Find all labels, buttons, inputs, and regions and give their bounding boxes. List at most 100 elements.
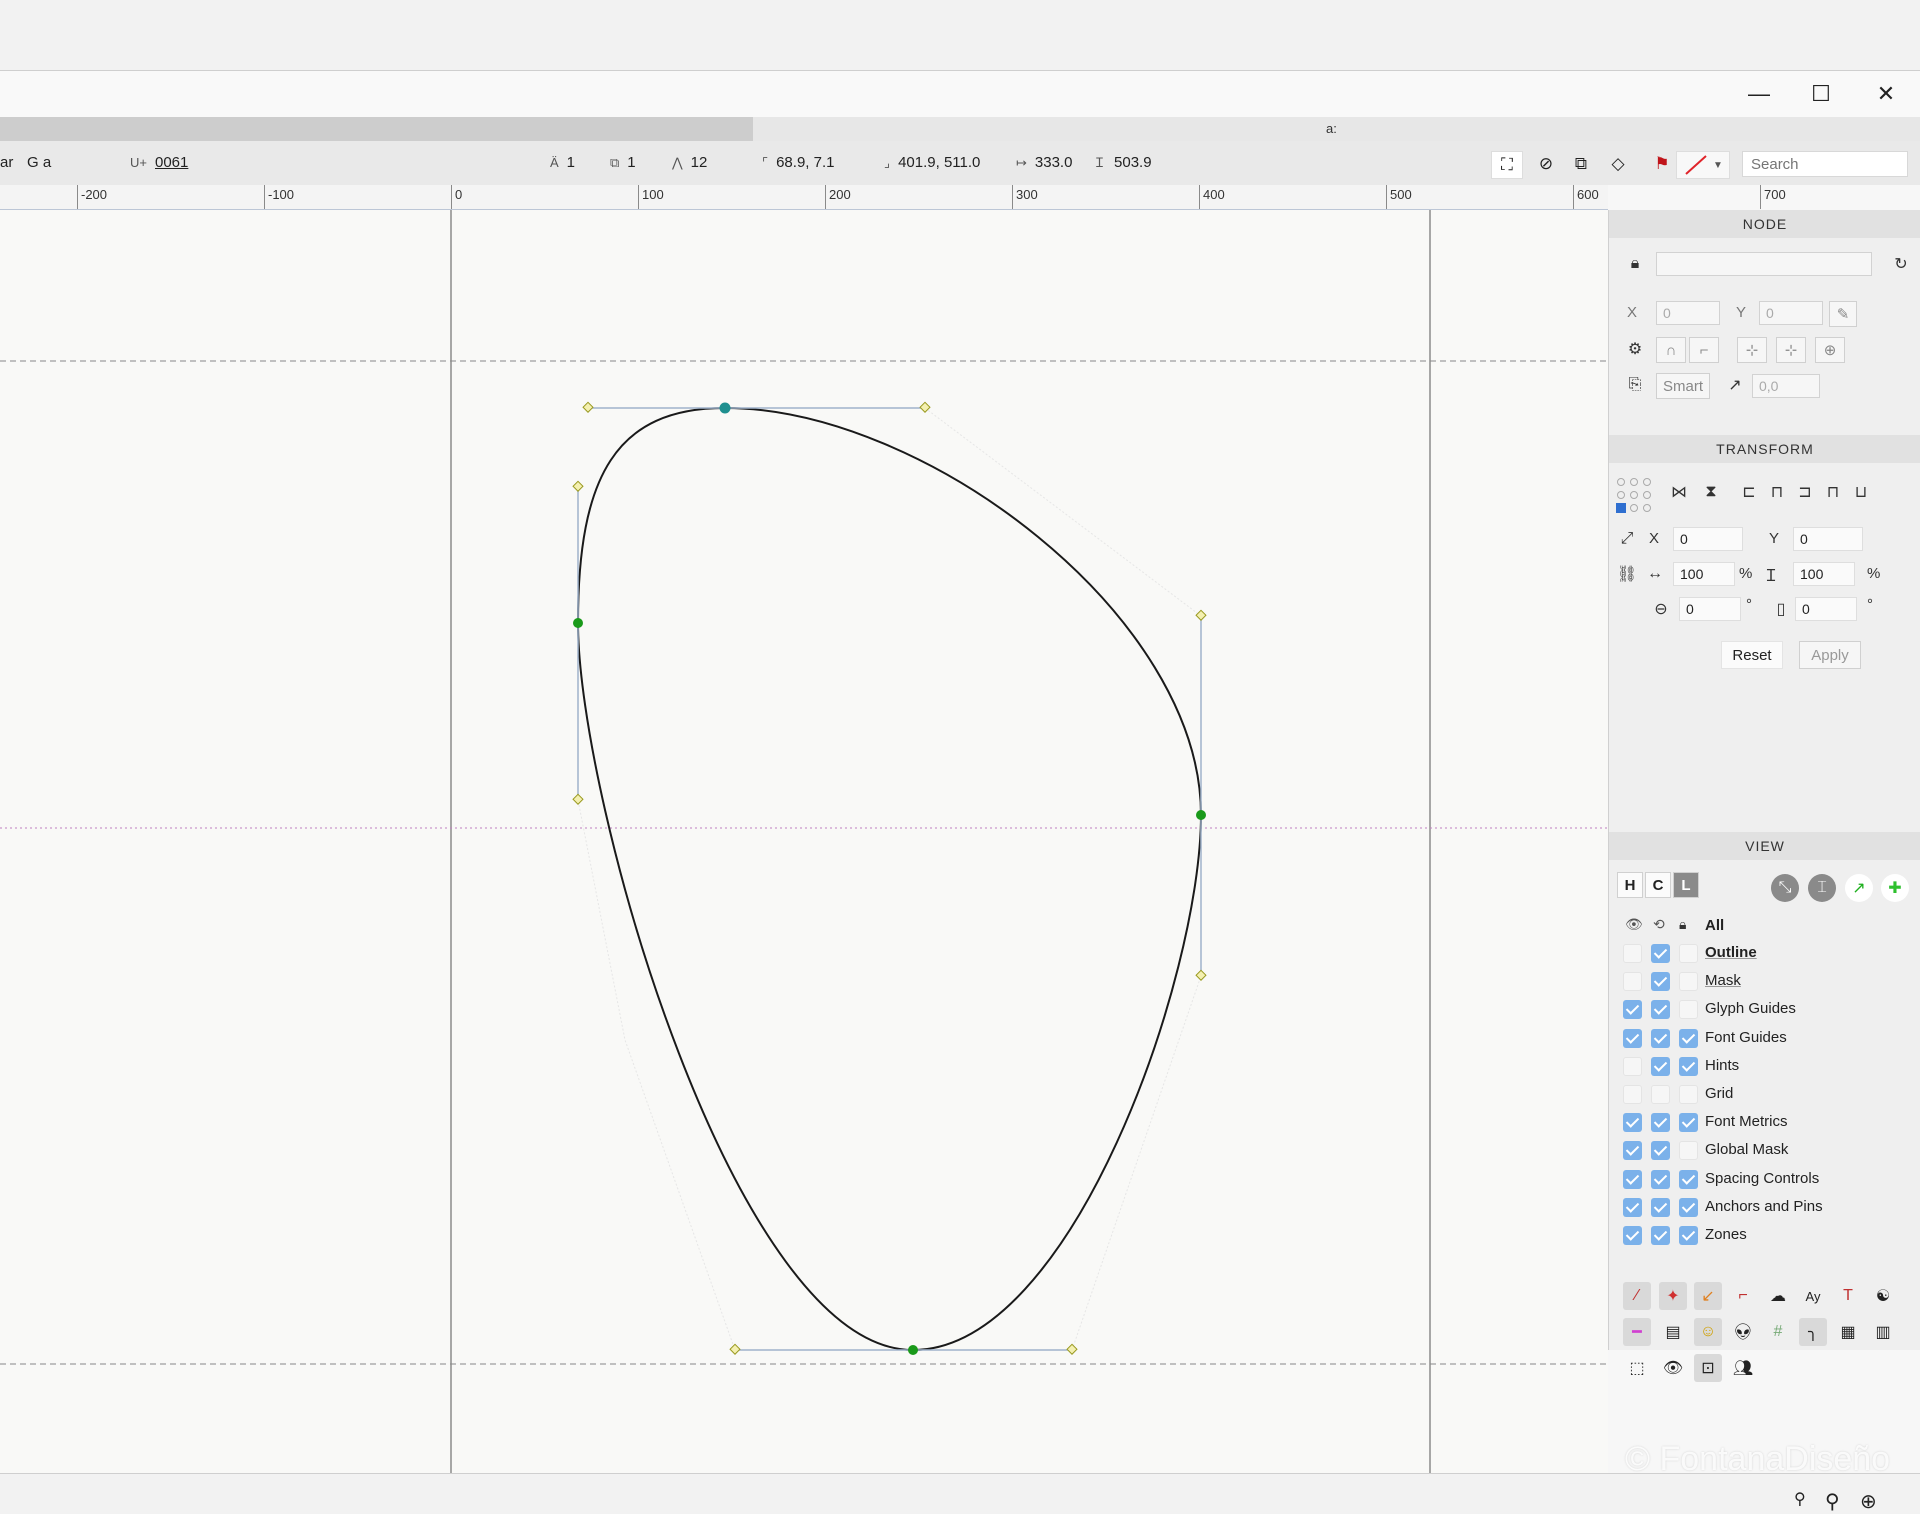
layer-visible-checkbox[interactable] xyxy=(1623,1141,1642,1161)
layer-locked-checkbox[interactable] xyxy=(1679,1141,1698,1161)
layer-editable-checkbox[interactable] xyxy=(1651,944,1670,963)
smooth-node[interactable] xyxy=(573,618,583,628)
align-left-icon[interactable]: ⊏ xyxy=(1737,480,1761,504)
metrics-toggle-icon[interactable]: ⤡ xyxy=(1771,874,1799,902)
layer-visible-checkbox[interactable] xyxy=(1623,1056,1642,1076)
smooth-node[interactable] xyxy=(908,1345,918,1355)
smooth-node-button[interactable]: ∩ xyxy=(1656,337,1686,363)
layer-editable-checkbox[interactable] xyxy=(1651,1028,1670,1048)
layer-locked-checkbox[interactable] xyxy=(1679,1197,1698,1217)
transform-y-input[interactable]: 0 xyxy=(1793,527,1863,551)
layer-locked-checkbox[interactable] xyxy=(1679,1226,1698,1245)
measure-tool[interactable]: ▥ xyxy=(1869,1318,1897,1346)
layer-visible-checkbox[interactable] xyxy=(1623,1197,1642,1217)
glyph-bar[interactable] xyxy=(0,117,753,141)
group-tool[interactable]: 👥︎ xyxy=(1729,1354,1757,1382)
layer-editable-checkbox[interactable] xyxy=(1651,1000,1670,1020)
layer-locked-checkbox[interactable] xyxy=(1679,1056,1698,1076)
rotate-input[interactable]: 0 xyxy=(1679,597,1741,621)
add-point-tool[interactable]: ✦ xyxy=(1659,1282,1687,1310)
layer-locked-checkbox[interactable] xyxy=(1679,1085,1698,1104)
start-node[interactable] xyxy=(719,402,731,414)
smooth-node[interactable] xyxy=(1196,810,1206,820)
glyph-canvas[interactable]: a 525 xyxy=(0,210,1608,1473)
lock-icon[interactable]: 🔒︎ xyxy=(1623,252,1647,276)
flip-horizontal-icon[interactable]: ⋈ xyxy=(1667,480,1691,504)
align-v-button[interactable]: ⊹ xyxy=(1776,337,1806,363)
window-tool[interactable]: ▤ xyxy=(1659,1318,1687,1346)
glyph-preview[interactable]: G a xyxy=(27,141,51,185)
layer-editable-checkbox[interactable] xyxy=(1651,1141,1670,1161)
rectangle-tool[interactable]: ⊡ xyxy=(1694,1354,1722,1382)
transform-x-input[interactable]: 0 xyxy=(1673,527,1743,551)
grid-tool[interactable]: # xyxy=(1764,1318,1792,1346)
text-tool[interactable]: T xyxy=(1834,1282,1862,1310)
layer-locked-checkbox[interactable] xyxy=(1679,972,1698,992)
pin-icon[interactable]: ✎ xyxy=(1829,301,1857,327)
emoji-tool[interactable]: ☺ xyxy=(1694,1318,1722,1346)
transform-origin-grid[interactable] xyxy=(1615,476,1655,516)
node-x-input[interactable]: 0 xyxy=(1656,301,1720,325)
curve-tool[interactable]: ╮ xyxy=(1799,1318,1827,1346)
direction-toggle-icon[interactable]: ↗ xyxy=(1845,874,1873,902)
kerning-tool[interactable]: Ay xyxy=(1799,1282,1827,1310)
layer-visible-checkbox[interactable] xyxy=(1623,1028,1642,1048)
layer-locked-checkbox[interactable] xyxy=(1679,1000,1698,1020)
edit-icon[interactable]: ⟲ xyxy=(1653,916,1665,933)
layer-editable-checkbox[interactable] xyxy=(1651,1226,1670,1245)
layer-editable-checkbox[interactable] xyxy=(1651,1056,1670,1076)
layer-locked-checkbox[interactable] xyxy=(1679,944,1698,963)
link-scale-icon[interactable]: ⛓ xyxy=(1615,562,1639,586)
link-icon[interactable]: ⊘ xyxy=(1531,151,1561,177)
flip-vertical-icon[interactable]: ⧗ xyxy=(1699,480,1723,504)
bezier-handle[interactable] xyxy=(729,1343,741,1355)
node-y-input[interactable]: 0 xyxy=(1759,301,1823,325)
layer-visible-checkbox[interactable] xyxy=(1623,1226,1642,1245)
brush-tool[interactable]: ☁ xyxy=(1764,1282,1792,1310)
layer-visible-checkbox[interactable] xyxy=(1623,1085,1642,1104)
layer-visible-checkbox[interactable] xyxy=(1623,972,1642,992)
scale-width-input[interactable]: 100 xyxy=(1673,562,1735,586)
paint-bucket-icon[interactable]: ◇ xyxy=(1603,151,1633,177)
duplicate-icon[interactable]: ⧉ xyxy=(1566,151,1596,177)
bezier-handle[interactable] xyxy=(1195,969,1207,981)
knife-tool[interactable]: ↙ xyxy=(1694,1282,1722,1310)
search-input[interactable] xyxy=(1742,151,1908,177)
bezier-handle[interactable] xyxy=(1066,1343,1078,1355)
close-button[interactable]: ✕ xyxy=(1855,71,1917,117)
view-mode-h-button[interactable]: H xyxy=(1617,872,1643,898)
align-center-icon[interactable]: ⊓ xyxy=(1765,480,1789,504)
eye-icon[interactable]: 👁︎ xyxy=(1625,916,1643,933)
glyph-contour[interactable] xyxy=(576,406,1203,1352)
view-mode-l-button[interactable]: L xyxy=(1673,872,1699,898)
hook-tool[interactable]: ⌐ xyxy=(1729,1282,1757,1310)
yinyang-tool[interactable]: ☯ xyxy=(1869,1282,1897,1310)
pen-tool[interactable]: ∕ xyxy=(1623,1282,1651,1310)
unicode-field[interactable]: U+ 0061 xyxy=(130,141,188,185)
layer-locked-checkbox[interactable] xyxy=(1679,1169,1698,1189)
bezier-handle[interactable] xyxy=(572,793,584,805)
eye-tool[interactable]: 👁︎ xyxy=(1659,1354,1687,1382)
layer-visible-checkbox[interactable] xyxy=(1623,1169,1642,1189)
corner-node-button[interactable]: ⌐ xyxy=(1689,337,1719,363)
reload-icon[interactable]: ↻ xyxy=(1889,252,1913,276)
align-bottom-icon[interactable]: ⊔ xyxy=(1849,480,1873,504)
slant-input[interactable]: 0 xyxy=(1795,597,1857,621)
layer-visible-checkbox[interactable] xyxy=(1623,1000,1642,1020)
layer-visible-checkbox[interactable] xyxy=(1623,1113,1642,1133)
bezier-handle[interactable] xyxy=(572,480,584,492)
bezier-handle[interactable] xyxy=(1195,609,1207,621)
layer-editable-checkbox[interactable] xyxy=(1651,1169,1670,1189)
gear-icon[interactable]: ⚙ xyxy=(1623,337,1647,361)
layer-visible-checkbox[interactable] xyxy=(1623,944,1642,963)
view-mode-c-button[interactable]: C xyxy=(1645,872,1671,898)
horizontal-ruler[interactable]: -200 -100 0 100 200 300 400 500 600 xyxy=(0,185,1608,210)
zoom-out-icon[interactable]: ⚲ xyxy=(1794,1489,1806,1509)
guide-tool[interactable]: ━ xyxy=(1623,1318,1651,1346)
hints-toggle-icon[interactable]: ⌶ xyxy=(1808,874,1836,902)
align-right-icon[interactable]: ⊐ xyxy=(1793,480,1817,504)
glyph-outline-svg[interactable]: a 525 xyxy=(0,210,1608,1473)
layer-editable-checkbox[interactable] xyxy=(1651,1085,1670,1104)
zoom-in-icon[interactable]: ⚲ xyxy=(1825,1489,1840,1514)
nodes-toggle-icon[interactable]: ✚ xyxy=(1881,874,1909,902)
